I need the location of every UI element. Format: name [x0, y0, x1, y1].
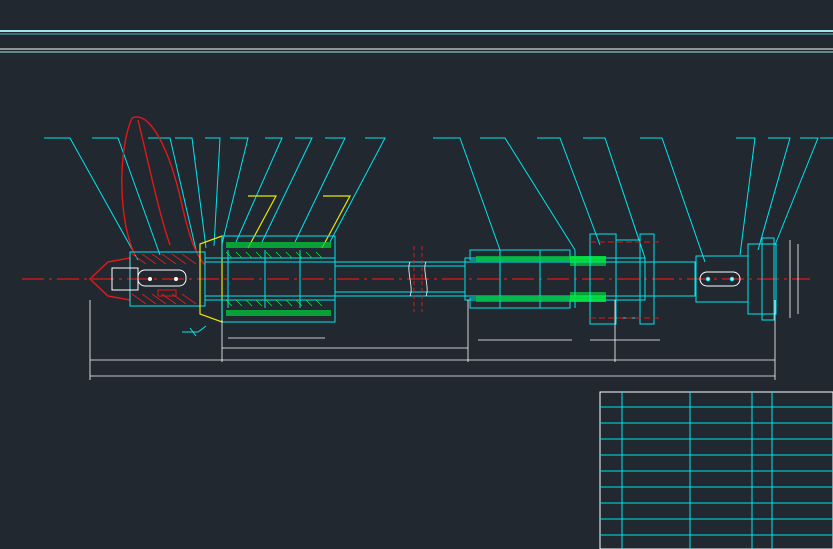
cad-drawing-canvas	[0, 30, 833, 549]
drawing-frame-border	[0, 30, 833, 53]
weld-symbol	[182, 325, 207, 337]
part-leader-lines	[44, 137, 833, 263]
title-block	[599, 391, 833, 549]
dimension-lines	[89, 240, 799, 380]
